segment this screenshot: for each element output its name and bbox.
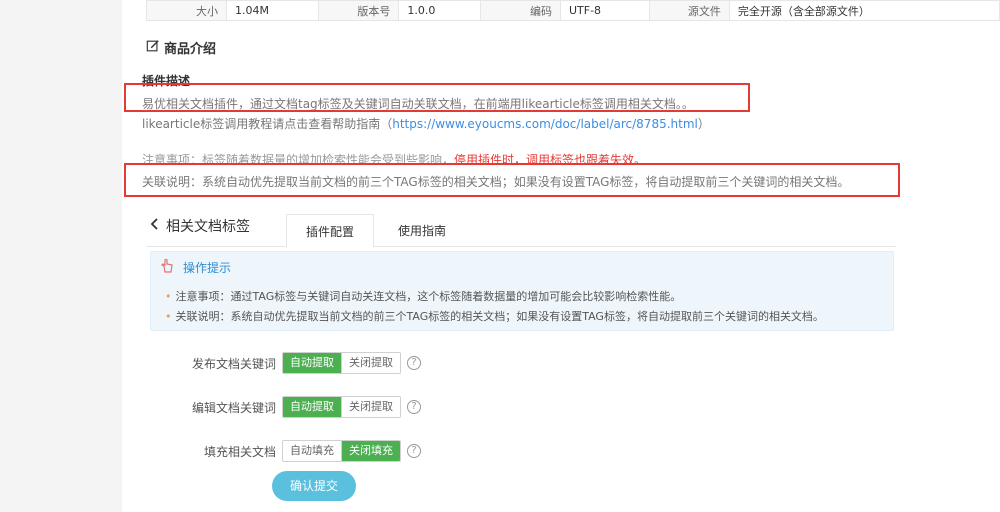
plugin-detail-page: 大小 1.04M 版本号 1.0.0 编码 UTF-8 源文件 完全开源（含全部… — [122, 0, 1000, 512]
edit-keywords-toggle[interactable]: 自动提取 关闭提取 — [282, 396, 401, 418]
publish-keywords-toggle[interactable]: 自动提取 关闭提取 — [282, 352, 401, 374]
back-label: 相关文档标签 — [166, 219, 250, 235]
help-link[interactable]: https://www.eyoucms.com/doc/label/arc/87… — [392, 117, 698, 131]
back-button[interactable]: 相关文档标签 — [150, 216, 250, 236]
encoding-label: 编码 — [479, 0, 561, 21]
tab-usage-guide[interactable]: 使用指南 — [380, 214, 464, 248]
help-icon[interactable]: ? — [407, 356, 421, 370]
tip-item: • 关联说明：系统自动优先提取当前文档的前三个TAG标签的相关文档；如果没有设置T… — [165, 310, 824, 323]
tips-title: 操作提示 — [183, 261, 232, 275]
help-line: likearticle标签调用教程请点击查看帮助指南（https://www.e… — [142, 115, 710, 132]
spec-table: 大小 1.04M 版本号 1.0.0 编码 UTF-8 源文件 完全开源（含全部… — [146, 0, 1000, 21]
edit-keywords-on-option[interactable]: 自动提取 — [283, 397, 341, 417]
help-icon[interactable]: ? — [407, 400, 421, 414]
encoding-value: UTF-8 — [559, 0, 650, 21]
help-suffix: ） — [697, 117, 710, 131]
intro-section-title: 商品介绍 — [146, 38, 216, 57]
publish-keywords-on-option[interactable]: 自动提取 — [283, 353, 341, 373]
source-value: 完全开源（含全部源文件） — [728, 0, 1000, 21]
tab-plugin-config[interactable]: 插件配置 — [286, 214, 374, 248]
tip-text: 注意事项：通过TAG标签与关键词自动关连文档，这个标签随着数据量的增加可能会比较… — [175, 290, 682, 303]
hand-pointer-icon — [159, 258, 175, 277]
tip-text: 关联说明：系统自动优先提取当前文档的前三个TAG标签的相关文档；如果没有设置TA… — [175, 310, 824, 323]
highlight-box-description — [124, 83, 750, 112]
table-row: 大小 1.04M 版本号 1.0.0 编码 UTF-8 源文件 完全开源（含全部… — [146, 0, 1000, 21]
form-row-fill-related: 填充相关文档 自动填充 关闭填充 ? — [180, 440, 421, 462]
publish-keywords-off-option[interactable]: 关闭提取 — [341, 353, 400, 373]
chevron-left-icon — [150, 218, 160, 234]
fill-related-on-option[interactable]: 自动填充 — [283, 441, 341, 461]
edit-keywords-off-option[interactable]: 关闭提取 — [341, 397, 400, 417]
fill-related-label: 填充相关文档 — [203, 444, 276, 459]
tab-divider — [146, 246, 896, 247]
size-value: 1.04M — [225, 0, 320, 21]
form-row-publish-keywords: 发布文档关键词 自动提取 关闭提取 ? — [180, 352, 421, 374]
edit-icon — [146, 39, 160, 57]
publish-keywords-label: 发布文档关键词 — [191, 356, 276, 371]
version-label: 版本号 — [318, 0, 400, 21]
size-label: 大小 — [146, 0, 227, 21]
help-prefix: likearticle标签调用教程请点击查看帮助指南（ — [142, 117, 393, 131]
tips-panel: 操作提示 • 注意事项：通过TAG标签与关键词自动关连文档，这个标签随着数据量的增… — [150, 251, 894, 331]
highlight-box-relation — [124, 163, 900, 197]
version-value: 1.0.0 — [398, 0, 481, 21]
edit-keywords-label: 编辑文档关键词 — [191, 400, 276, 415]
help-icon[interactable]: ? — [407, 444, 421, 458]
fill-related-off-option[interactable]: 关闭填充 — [341, 441, 400, 461]
fill-related-toggle[interactable]: 自动填充 关闭填充 — [282, 440, 401, 462]
intro-title: 商品介绍 — [164, 42, 217, 57]
submit-button[interactable]: 确认提交 — [272, 471, 356, 501]
form-row-edit-keywords: 编辑文档关键词 自动提取 关闭提取 ? — [180, 396, 421, 418]
tips-header: 操作提示 — [159, 258, 231, 277]
tip-item: • 注意事项：通过TAG标签与关键词自动关连文档，这个标签随着数据量的增加可能会比… — [165, 290, 682, 303]
source-label: 源文件 — [648, 0, 730, 21]
